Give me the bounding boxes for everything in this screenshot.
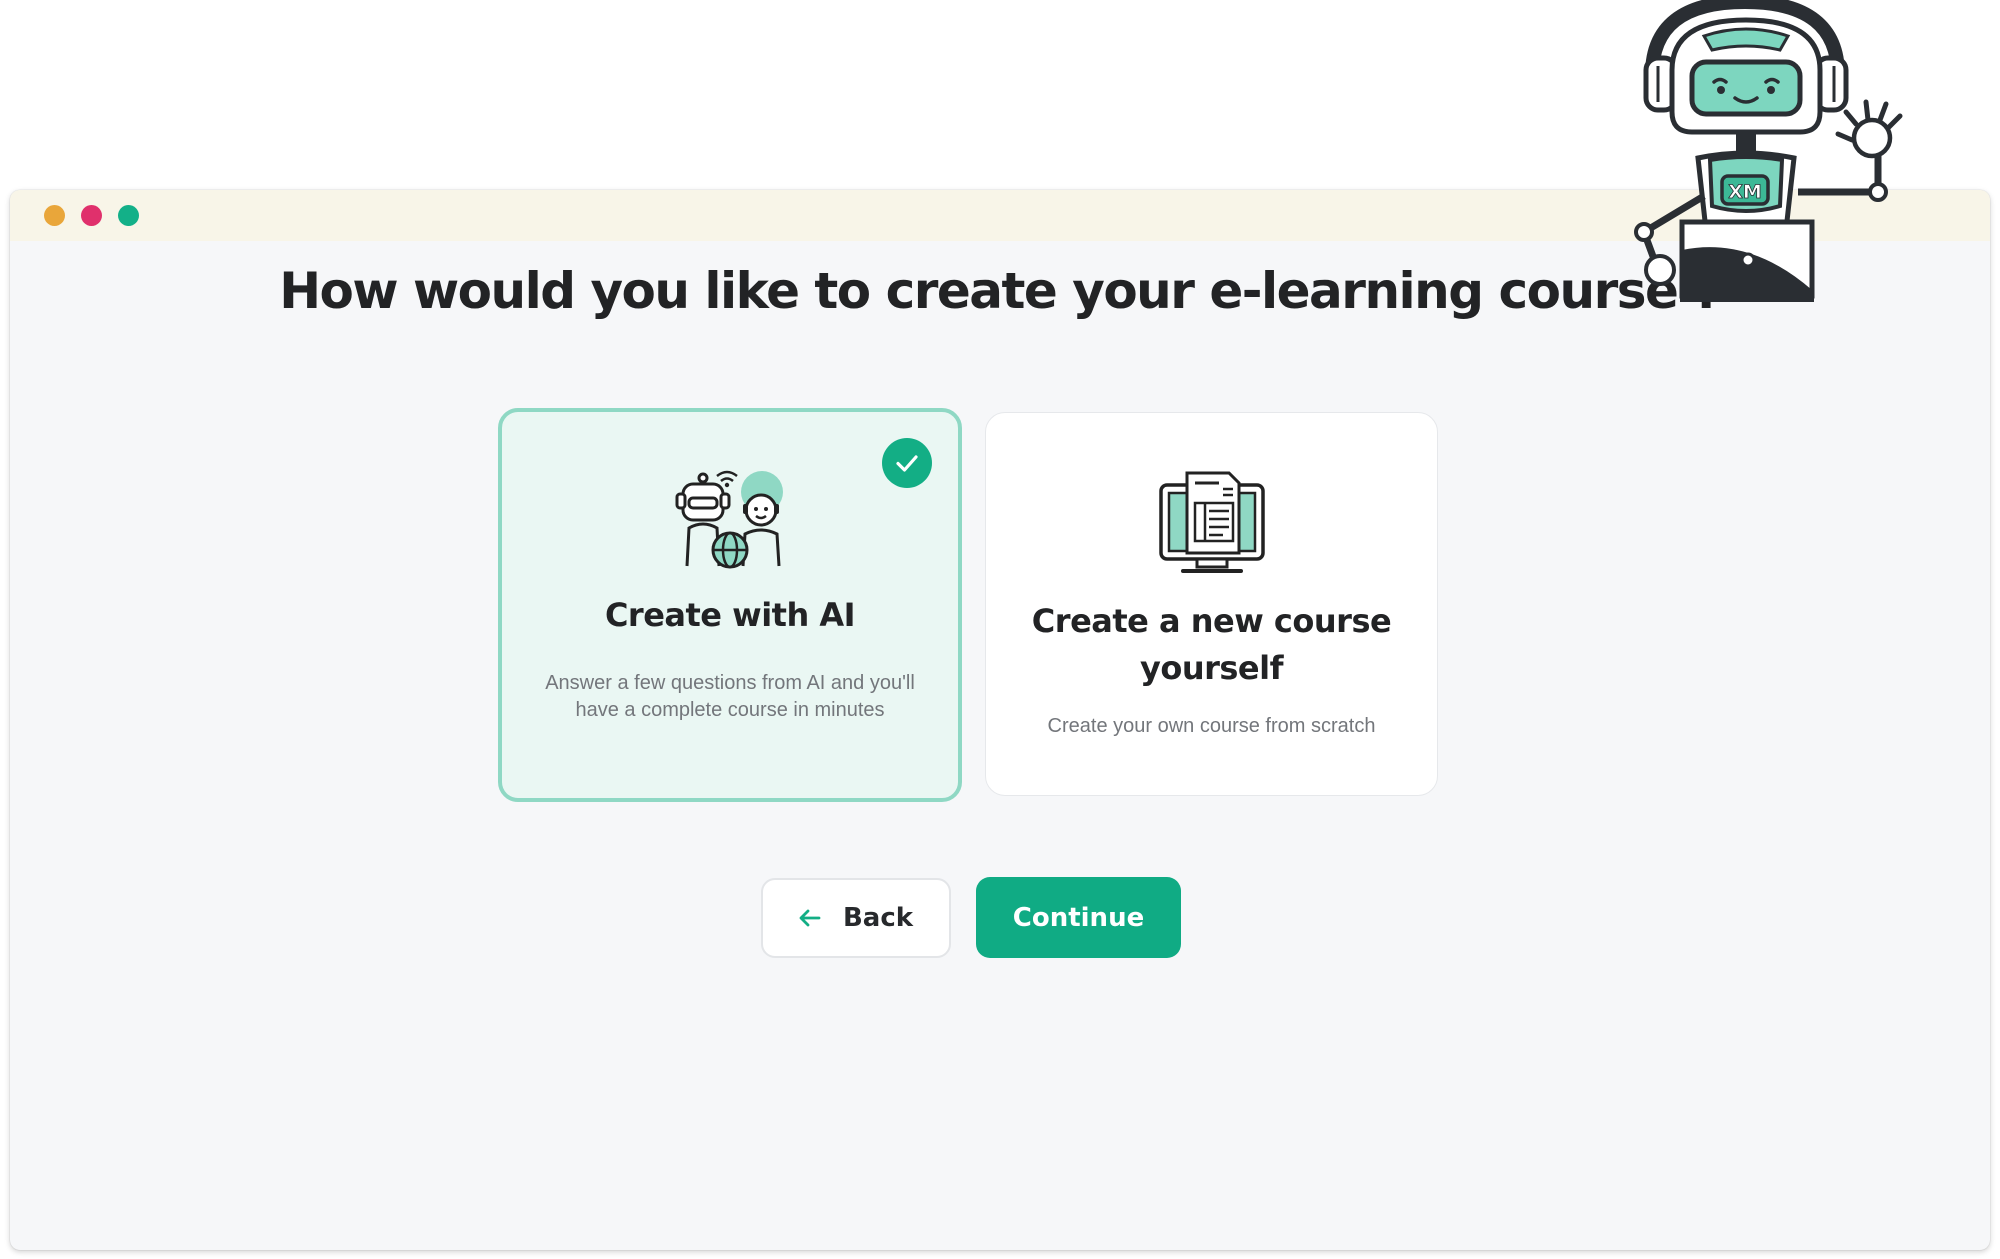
option-description: Create your own course from scratch — [1047, 715, 1376, 737]
option-title: Create a new course yourself — [1031, 602, 1392, 687]
continue-button[interactable]: Continue — [976, 877, 1181, 958]
back-button[interactable]: Back — [761, 878, 951, 958]
option-card-create-with-ai[interactable]: Create with AI Answer a few questions fr… — [498, 408, 962, 802]
window-maximize-dot[interactable] — [118, 205, 139, 226]
back-button-label: Back — [842, 903, 914, 933]
robot-mascot-icon: XM — [1634, 0, 1903, 302]
option-description: Answer a few questions from AI and you'l… — [545, 672, 915, 721]
selected-check-icon — [882, 438, 932, 488]
computer-course-icon — [1158, 471, 1265, 573]
svg-text:XM: XM — [1728, 181, 1762, 203]
arrow-left-icon — [799, 909, 821, 927]
window-close-dot[interactable] — [44, 205, 65, 226]
window-minimize-dot[interactable] — [81, 205, 102, 226]
option-title: Create with AI — [604, 596, 856, 634]
option-card-create-yourself[interactable]: Create a new course yourself Create your… — [985, 412, 1438, 796]
continue-button-label: Continue — [1012, 902, 1145, 933]
robot-and-person-icon — [675, 470, 783, 569]
